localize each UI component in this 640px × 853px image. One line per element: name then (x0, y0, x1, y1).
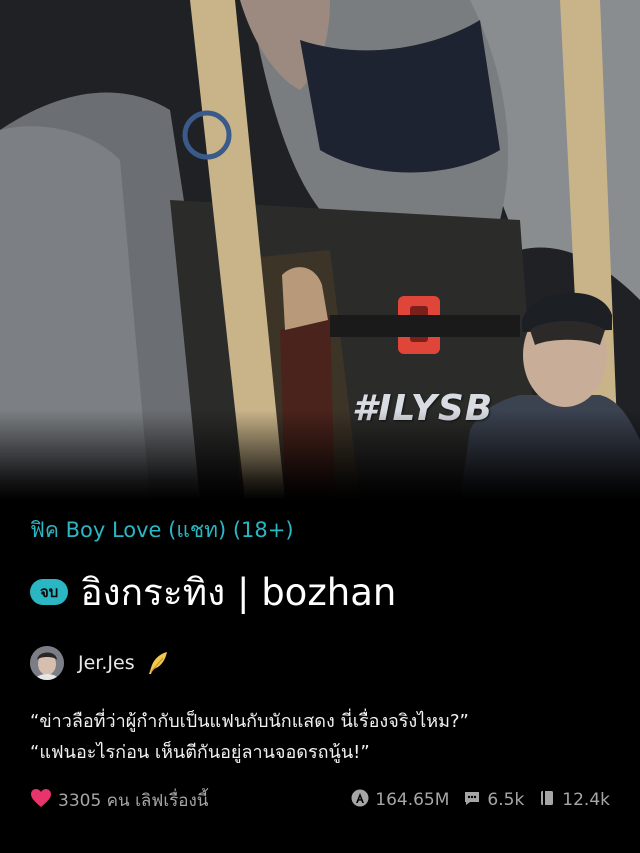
views-stat: 164.65M (351, 789, 449, 812)
likes-stat[interactable]: 3305 คน เลิฟเรื่องนี้ (30, 787, 208, 814)
comments-stat: 6.5k (463, 789, 524, 812)
stats-row: 3305 คน เลิฟเรื่องนี้ 164.65M 6.5k 12.4k (30, 786, 610, 814)
blurb-line: “ข่าวลือที่ว่าผู้กำกับเป็นแฟนกับนักแสดง … (30, 711, 469, 732)
chapters-stat: 12.4k (538, 789, 610, 812)
author-row[interactable]: Jer.Jes (30, 644, 171, 682)
comment-icon (463, 789, 481, 812)
views-count: 164.65M (375, 790, 450, 810)
category-link[interactable]: ฟิค Boy Love (แชท) (18+) (30, 514, 294, 547)
story-metrics: 164.65M 6.5k 12.4k (351, 789, 610, 812)
heart-icon (30, 788, 52, 813)
story-title: อิงกระทิง | bozhan (80, 570, 397, 614)
blurb-line: “แฟนอะไรก่อน เห็นตีกันอยู่ลานจอดรถนู้น!” (30, 742, 370, 763)
status-badge: จบ (30, 579, 69, 605)
story-blurb: “ข่าวลือที่ว่าผู้กำกับเป็นแฟนกับนักแสดง … (30, 706, 620, 768)
cover-image[interactable]: #ILYSB (0, 0, 640, 500)
author-name[interactable]: Jer.Jes (78, 652, 135, 674)
title-row: จบ อิงกระทิง | bozhan (30, 566, 396, 618)
avatar-image (30, 646, 64, 680)
feather-icon (145, 650, 171, 676)
chapters-count: 12.4k (562, 790, 610, 810)
book-icon (538, 789, 556, 812)
avatar[interactable] (30, 646, 64, 680)
views-icon (351, 789, 369, 812)
comments-count: 6.5k (487, 790, 525, 810)
cover-fade (0, 410, 640, 500)
likes-count: 3305 คน เลิฟเรื่องนี้ (58, 790, 209, 811)
